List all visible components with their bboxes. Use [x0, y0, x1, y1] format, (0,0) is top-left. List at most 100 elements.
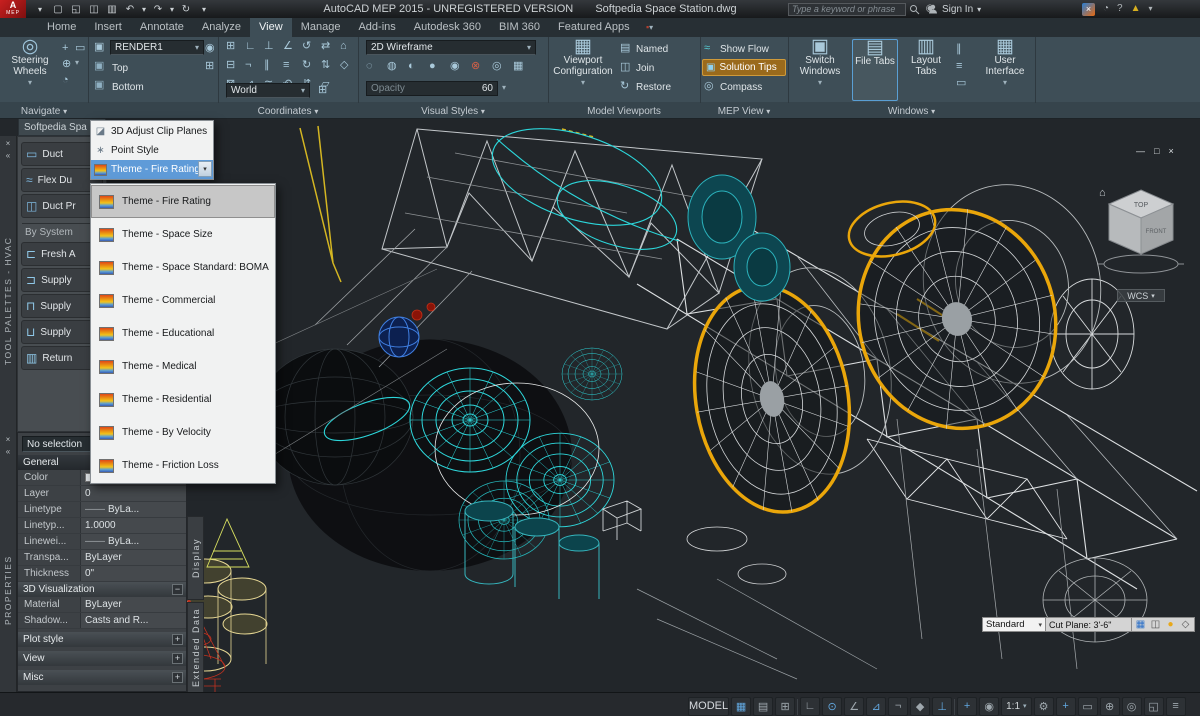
property-row-thickness[interactable]: Thickness 0" [18, 566, 186, 582]
theme-item-educational[interactable]: Theme - Educational [91, 317, 275, 350]
theme-item-friction-loss[interactable]: Theme - Friction Loss [91, 449, 275, 482]
wcs-button[interactable]: WCS▾ [1117, 289, 1165, 302]
visual-style-combo[interactable]: 2D Wireframe▾ [366, 40, 536, 55]
annotation-scale-button[interactable]: 1:1▾ [1001, 697, 1031, 716]
layer-display-icon[interactable]: ◫ [1149, 620, 1162, 630]
property-row-transparency[interactable]: Transpa... ByLayer [18, 550, 186, 566]
tab-extended-data[interactable]: Extended Data [187, 602, 204, 694]
ucs-updown-icon[interactable]: ⇅ [321, 60, 330, 71]
pan-icon[interactable]: + [62, 43, 68, 54]
search-icon[interactable] [906, 4, 922, 15]
theme-item-space-standard-boma[interactable]: Theme - Space Standard: BOMA [91, 251, 275, 284]
redo-icon[interactable]: ↷ [150, 4, 166, 15]
dynamic-ucs-icon[interactable]: ⊥ [932, 697, 952, 716]
theme-item-by-velocity[interactable]: Theme - By Velocity [91, 416, 275, 449]
viewcube[interactable]: ⌂ TOP FRONT WCS▾ [1093, 180, 1189, 302]
annotation-visibility-icon[interactable]: + [1056, 697, 1076, 716]
app-logo[interactable]: A MEP [0, 0, 26, 18]
properties-titlebar[interactable]: × « PROPERTIES [0, 432, 17, 716]
section-3d-visualization[interactable]: 3D Visualization − [18, 582, 186, 597]
theme-item-commercial[interactable]: Theme - Commercial [91, 284, 275, 317]
property-row-shadow[interactable]: Shadow... Casts and R... [18, 613, 186, 629]
steering-wheels-button[interactable]: ◎ Steering Wheels ▾ [4, 39, 56, 101]
ucs-origin-icon[interactable]: ⊥ [264, 41, 274, 52]
style-conceptual-icon[interactable]: ◉ [450, 61, 460, 72]
style-wireframe-icon[interactable]: ◌ [366, 61, 373, 72]
tab-autodesk360[interactable]: Autodesk 360 [405, 18, 490, 37]
ucs-swap-icon[interactable]: ⇄ [321, 41, 330, 52]
panel-label-visual-styles[interactable]: Visual Styles ▾ [358, 106, 548, 117]
zoom-window-icon[interactable]: ▭ [75, 43, 85, 54]
ucs-icon-diamond[interactable]: ◇ [340, 60, 348, 71]
search-input[interactable] [788, 3, 906, 16]
tab-view[interactable]: View [250, 18, 292, 37]
save-icon[interactable]: ◫ [86, 4, 102, 15]
zoom-extents-icon[interactable]: ⊕ [62, 59, 71, 70]
workspace-switching-icon[interactable]: ▭ [1078, 697, 1098, 716]
panel-label-mep-view[interactable]: MEP View ▾ [700, 106, 788, 117]
ortho-icon[interactable]: ∟ [800, 697, 820, 716]
menu-item-point-style[interactable]: ∗ Point Style [91, 141, 213, 160]
style-xray-icon[interactable]: ⊗ [471, 61, 480, 72]
viewport-configuration-button[interactable]: ▦ Viewport Configuration ▾ [552, 39, 614, 101]
collapse-icon[interactable]: − [172, 584, 183, 595]
3d-osnap-icon[interactable]: ◆ [910, 697, 930, 716]
theme-item-space-size[interactable]: Theme - Space Size [91, 218, 275, 251]
snap-mode-icon[interactable]: ▤ [753, 697, 773, 716]
tab-bim360[interactable]: BIM 360 [490, 18, 549, 37]
grid-icon[interactable]: ▦ [731, 697, 751, 716]
close-icon[interactable]: × [6, 139, 11, 148]
autohide-icon[interactable]: « [6, 447, 10, 456]
style-realistic-icon[interactable]: ● [429, 61, 436, 72]
autodesk-exchange-icon[interactable]: × [1082, 3, 1095, 16]
viewcube-top-label[interactable]: TOP [1134, 202, 1149, 209]
bulb-icon[interactable]: ● [1164, 620, 1177, 630]
undo-caret-icon[interactable]: ▾ [140, 5, 148, 14]
theme-item-fire-rating[interactable]: Theme - Fire Rating [91, 185, 275, 218]
warning-icon[interactable]: ▲ [1131, 4, 1141, 14]
ribbon-options-icon[interactable]: ▪▾ [639, 18, 661, 37]
tab-display[interactable]: Display [187, 516, 204, 600]
theme-item-residential[interactable]: Theme - Residential [91, 383, 275, 416]
style-shaded-icon[interactable]: ◐ [408, 61, 415, 72]
tab-manage[interactable]: Manage [292, 18, 350, 37]
cut-plane-indicator[interactable]: Cut Plane: 3'-6" [1046, 617, 1132, 632]
ucs-view-icon[interactable]: ∥ [264, 60, 270, 71]
combo-caret-button[interactable]: ▾ [198, 161, 212, 177]
tab-insert[interactable]: Insert [85, 18, 131, 37]
cloud-sync-icon[interactable]: ◔ [1103, 4, 1109, 14]
dynamic-input-icon[interactable]: + [957, 697, 977, 716]
titlebar-caret-icon[interactable]: ▾ [1149, 5, 1153, 13]
menu-item-3d-adjust-clip-planes[interactable]: ◪ 3D Adjust Clip Planes [91, 122, 213, 141]
ucs-named-icon[interactable]: ≡ [283, 60, 289, 71]
ucs-settings-icon[interactable]: ⊞ [318, 85, 327, 96]
tab-featured-apps[interactable]: Featured Apps [549, 18, 639, 37]
viewport-minimize-icon[interactable]: — [1136, 146, 1145, 156]
user-interface-button[interactable]: ▦ User Interface ▾ [978, 39, 1032, 101]
sign-in-button[interactable]: Sign In ▾ [928, 0, 981, 18]
opacity-caret-icon[interactable]: ▾ [502, 84, 506, 92]
lineweight-display-icon[interactable]: ◉ [979, 697, 999, 716]
object-snap-icon[interactable]: ¬ [888, 697, 908, 716]
new-file-icon[interactable]: ▢ [50, 4, 66, 15]
refresh-icon[interactable]: ↻ [178, 4, 194, 15]
display-config-combo[interactable]: Standard ▾ [982, 617, 1046, 632]
grid-display-icon[interactable]: ▦ [1134, 620, 1147, 630]
tool-palettes-titlebar[interactable]: × « TOOL PALETTES - HVAC [0, 136, 17, 432]
redo-caret-icon[interactable]: ▾ [168, 5, 176, 14]
zoom-caret-icon[interactable]: ▾ [75, 59, 79, 67]
orbit-icon[interactable]: ◔ [62, 75, 69, 86]
ucs-z-axis-icon[interactable]: ∠ [283, 41, 293, 52]
qat-customize-icon[interactable]: ▾ [196, 5, 212, 14]
compass-button[interactable]: Compass [720, 80, 762, 95]
ucs-previous-icon[interactable]: ↺ [302, 41, 311, 52]
tab-addins[interactable]: Add-ins [349, 18, 404, 37]
panel-label-navigate[interactable]: Navigate ▾ [0, 106, 88, 117]
property-row-linetype-scale[interactable]: Linetyp... 1.0000 [18, 518, 186, 534]
workspace-caret-icon[interactable]: ▾ [32, 5, 48, 14]
ucs-home-icon[interactable]: ⌂ [340, 41, 347, 52]
quick-properties-icon[interactable]: ◎ [1122, 697, 1142, 716]
tab-annotate[interactable]: Annotate [131, 18, 193, 37]
annotation-auto-scale-icon[interactable]: ⊕ [1100, 697, 1120, 716]
ucs-combo[interactable]: World▾ [226, 83, 310, 98]
